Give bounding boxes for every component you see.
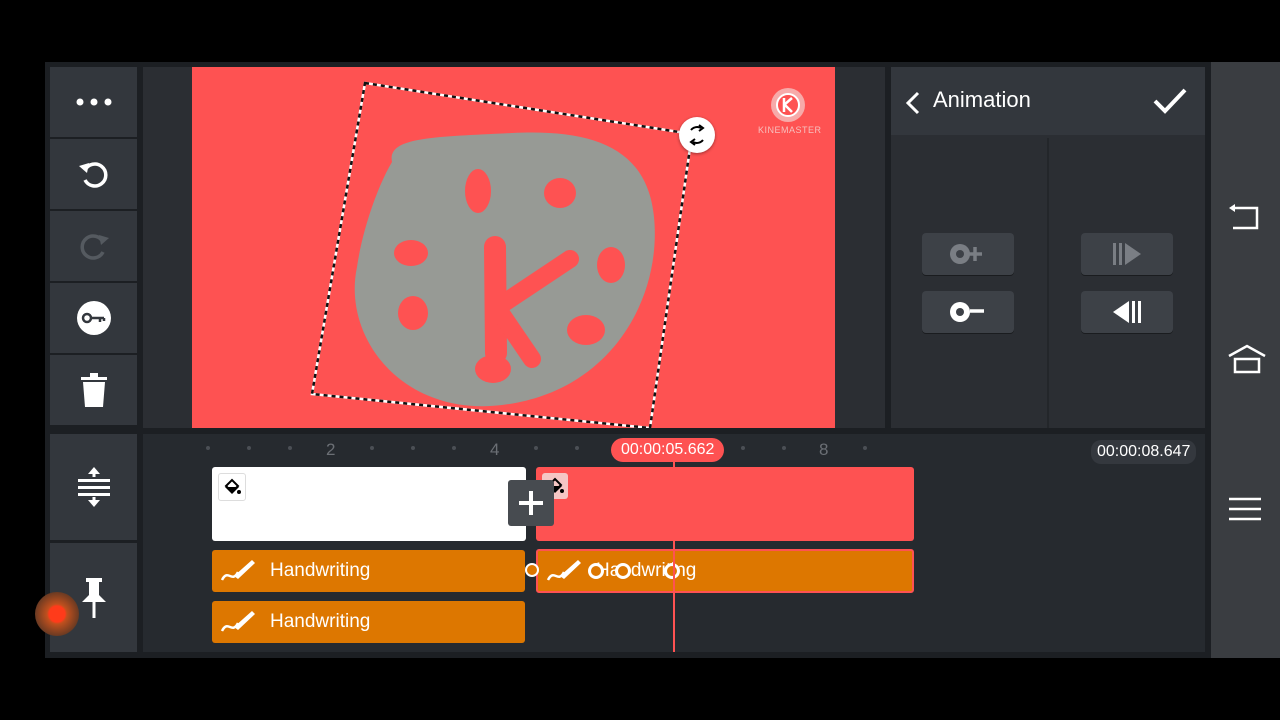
layer-label: Handwriting — [270, 611, 371, 632]
panel-header: Animation — [891, 67, 1205, 135]
remove-keyframe-button[interactable] — [922, 291, 1014, 333]
animation-panel: Animation — [891, 67, 1205, 428]
handwriting-layer[interactable]: Handwriting — [212, 601, 525, 643]
handwriting-layer[interactable]: Handwriting — [212, 550, 525, 592]
selection-box[interactable] — [192, 67, 835, 428]
ruler-tick — [782, 446, 786, 450]
red-clip[interactable] — [536, 467, 914, 541]
play-backward-button[interactable] — [1081, 291, 1173, 333]
delete-button[interactable] — [50, 355, 137, 425]
keyframe-marker[interactable] — [588, 563, 604, 579]
keyframe-marker[interactable] — [615, 563, 631, 579]
watermark-text: KINEMASTER — [758, 125, 822, 135]
undo-icon — [78, 162, 108, 188]
play-backward-icon — [1113, 301, 1141, 323]
confirm-button[interactable] — [1153, 87, 1187, 115]
play-forward-button[interactable] — [1081, 233, 1173, 275]
brush-icon — [546, 560, 581, 581]
pin-icon — [81, 577, 106, 618]
plus-icon — [519, 491, 543, 515]
system-nav-bar — [1211, 62, 1280, 658]
more-button[interactable] — [50, 67, 137, 137]
ruler-label: 8 — [819, 440, 829, 459]
white-clip[interactable] — [212, 467, 526, 541]
back-button[interactable] — [905, 91, 921, 115]
keyframe-remove-icon — [950, 302, 984, 322]
redo-button[interactable] — [50, 211, 137, 281]
ruler-tick — [575, 446, 579, 450]
playhead-time: 00:00:05.662 — [611, 438, 725, 462]
ruler-tick — [411, 446, 415, 450]
ruler-label: 2 — [326, 440, 336, 459]
brush-icon — [220, 560, 255, 581]
add-keyframe-button[interactable] — [922, 233, 1014, 275]
redo-icon — [79, 234, 109, 260]
keyframe-marker[interactable] — [525, 563, 539, 577]
keyframe-button[interactable] — [50, 283, 137, 353]
ruler-tick — [370, 446, 374, 450]
fill-bucket-icon — [218, 473, 246, 501]
layer-label: Handwriting — [596, 560, 697, 581]
playhead-line[interactable] — [673, 462, 675, 652]
ruler-tick — [206, 446, 210, 450]
ruler-tick — [534, 446, 538, 450]
ruler-label: 4 — [490, 440, 500, 459]
kinemaster-logo-icon — [771, 88, 805, 122]
keyframe-marker[interactable] — [664, 563, 680, 579]
keyframe-add-icon — [950, 244, 982, 264]
ruler-tick — [288, 446, 292, 450]
menu-icon[interactable] — [1227, 496, 1263, 522]
panel-title: Animation — [933, 87, 1031, 112]
timeline[interactable]: 2 4 8 00:00:05.662 00:00:08.647 Handwrit… — [143, 434, 1205, 652]
total-time: 00:00:08.647 — [1091, 440, 1197, 464]
ruler-tick — [452, 446, 456, 450]
layer-label: Handwriting — [270, 560, 371, 581]
ruler-tick — [863, 446, 867, 450]
undo-button[interactable] — [50, 139, 137, 209]
expand-tracks-button[interactable] — [50, 434, 137, 540]
key-icon — [76, 301, 111, 335]
more-icon — [76, 98, 111, 106]
record-indicator — [35, 592, 79, 636]
panel-divider — [1047, 138, 1049, 428]
rotate-icon — [689, 124, 705, 146]
watermark: KINEMASTER — [758, 87, 822, 137]
expand-tracks-icon — [77, 467, 110, 507]
preview-canvas[interactable]: KINEMASTER — [192, 67, 835, 428]
back-icon[interactable] — [1227, 204, 1263, 232]
rotate-handle[interactable] — [679, 117, 715, 153]
ruler-tick — [247, 446, 251, 450]
trash-icon — [80, 373, 107, 407]
play-forward-icon — [1113, 243, 1141, 265]
add-transition-button[interactable] — [508, 480, 554, 526]
ruler-tick — [741, 446, 745, 450]
home-icon[interactable] — [1227, 344, 1267, 374]
brush-icon — [220, 611, 255, 632]
kinemaster-editor: KINEMASTER Animation 2 4 8 00:00:05.662 … — [35, 62, 1280, 658]
